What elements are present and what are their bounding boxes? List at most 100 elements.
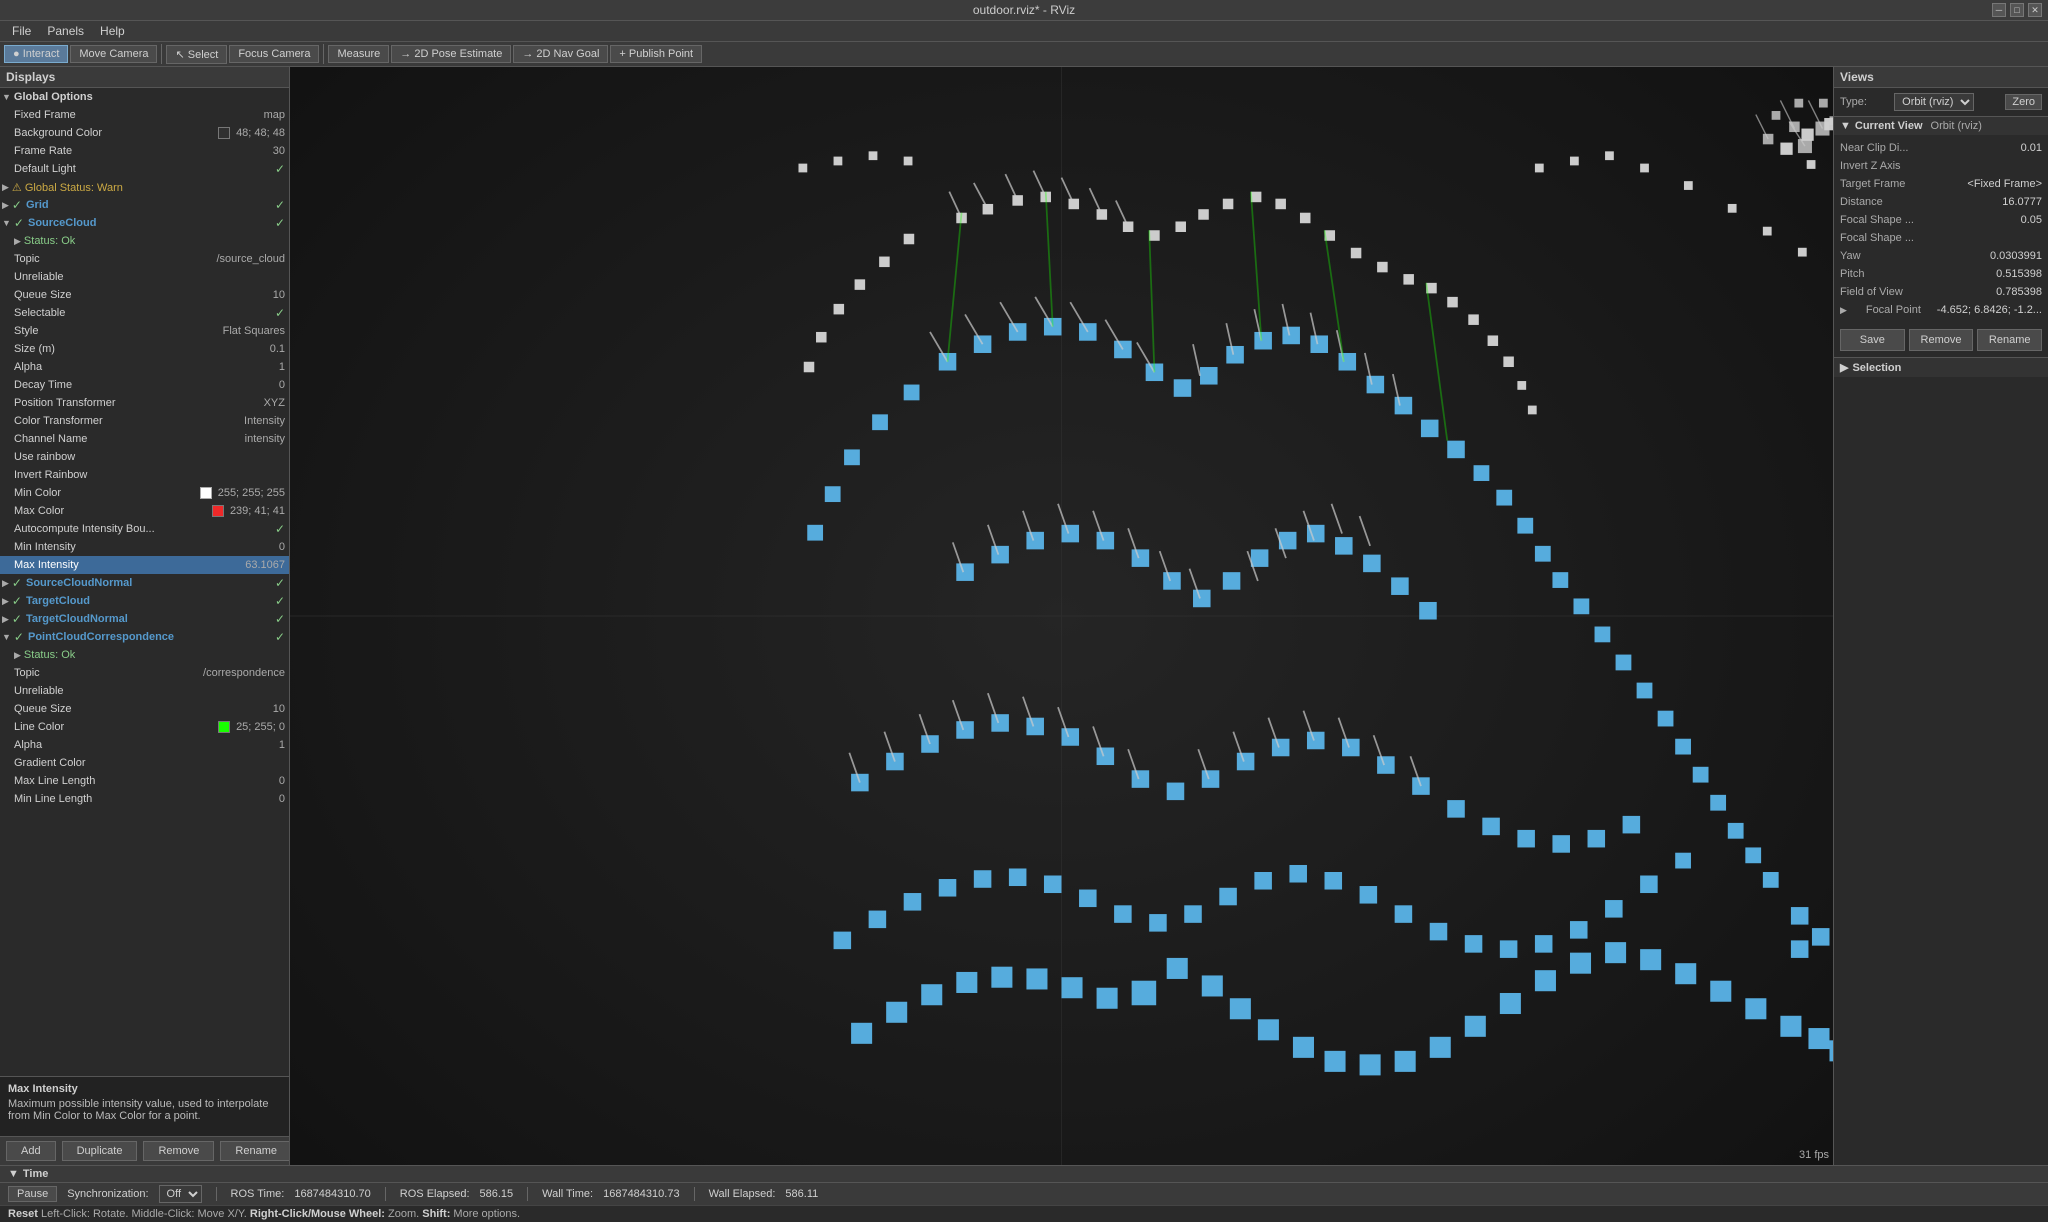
pcc-max-line-row[interactable]: Max Line Length 0 (0, 772, 289, 790)
sc-qsize-row[interactable]: Queue Size 10 (0, 286, 289, 304)
tool-move-camera[interactable]: Move Camera (70, 45, 157, 63)
sc-min-color-row[interactable]: Min Color 255; 255; 255 (0, 484, 289, 502)
current-view-arrow: ▼ (1840, 120, 1851, 132)
pause-button[interactable]: Pause (8, 1186, 57, 1202)
sc-selectable-row[interactable]: Selectable ✓ (0, 304, 289, 322)
pcc-alpha-row[interactable]: Alpha 1 (0, 736, 289, 754)
tool-focus-camera[interactable]: Focus Camera (229, 45, 319, 63)
selection-header[interactable]: ▶ Selection (1834, 357, 2048, 377)
sc-pos-transformer-row[interactable]: Position Transformer XYZ (0, 394, 289, 412)
sc-status-arrow: ▶ (14, 236, 21, 247)
ros-elapsed-value: 586.15 (480, 1188, 514, 1200)
tool-interact[interactable]: ● Interact (4, 45, 68, 63)
tool-2d-nav-goal[interactable]: → 2D Nav Goal (513, 45, 608, 63)
ros-time-label: ROS Time: (231, 1188, 285, 1200)
sc-autocompute-value: ✓ (275, 522, 285, 536)
global-options-row[interactable]: ▼ Global Options (0, 88, 289, 106)
pcc-qsize-row[interactable]: Queue Size 10 (0, 700, 289, 718)
pcc-gradient-row[interactable]: Gradient Color (0, 754, 289, 772)
pcc-unreliable-row[interactable]: Unreliable (0, 682, 289, 700)
focal-point-value: -4.652; 6.8426; -1.2... (1937, 304, 2042, 316)
source-cloud-enabled: ✓ (275, 216, 285, 230)
hint-text: Reset Left-Click: Rotate. Middle-Click: … (8, 1208, 520, 1220)
remove-button[interactable]: Remove (143, 1141, 214, 1161)
sc-invert-rainbow-row[interactable]: Invert Rainbow (0, 466, 289, 484)
toolbar-sep-1 (161, 44, 162, 64)
rename-button[interactable]: Rename (220, 1141, 290, 1161)
close-button[interactable]: ✕ (2028, 3, 2042, 17)
pcc-label: PointCloudCorrespondence (28, 631, 275, 643)
source-cloud-label: SourceCloud (28, 217, 275, 229)
sc-min-color-label: Min Color (14, 487, 200, 499)
source-cloud-normal-row[interactable]: ▶ ✓ SourceCloudNormal ✓ (0, 574, 289, 592)
sc-autocompute-row[interactable]: Autocompute Intensity Bou... ✓ (0, 520, 289, 538)
pcc-row[interactable]: ▼ ✓ PointCloudCorrespondence ✓ (0, 628, 289, 646)
source-cloud-status-row[interactable]: ▶ Status: Ok (0, 232, 289, 250)
right-panel: Views Type: Orbit (rviz) Zero ▼ Current … (1833, 67, 2048, 1165)
source-cloud-row[interactable]: ▼ ✓ SourceCloud ✓ (0, 214, 289, 232)
target-cloud-normal-row[interactable]: ▶ ✓ TargetCloudNormal ✓ (0, 610, 289, 628)
remove-view-button[interactable]: Remove (1909, 329, 1974, 351)
selection-arrow: ▶ (1840, 361, 1848, 374)
default-light-row[interactable]: Default Light ✓ (0, 160, 289, 178)
sc-min-intensity-row[interactable]: Min Intensity 0 (0, 538, 289, 556)
tool-select[interactable]: ↖ Select (166, 45, 227, 64)
sc-selectable-value: ✓ (275, 306, 285, 320)
sc-use-rainbow-row[interactable]: Use rainbow (0, 448, 289, 466)
tool-publish-point[interactable]: + Publish Point (610, 45, 702, 63)
displays-content[interactable]: ▼ Global Options Fixed Frame map Backgro… (0, 88, 289, 1076)
sync-select[interactable]: Off (159, 1185, 202, 1203)
pcc-min-line-label: Min Line Length (14, 793, 279, 805)
selection-label: Selection (1852, 362, 1901, 374)
pcc-qsize-value: 10 (273, 703, 285, 715)
3d-view[interactable]: 31 fps (290, 67, 1833, 1165)
rename-view-button[interactable]: Rename (1977, 329, 2042, 351)
save-view-button[interactable]: Save (1840, 329, 1905, 351)
add-button[interactable]: Add (6, 1141, 56, 1161)
sc-invert-rainbow-label: Invert Rainbow (14, 469, 285, 481)
minimize-button[interactable]: ─ (1992, 3, 2006, 17)
grid-row[interactable]: ▶ ✓ Grid ✓ (0, 196, 289, 214)
sc-max-color-row[interactable]: Max Color 239; 41; 41 (0, 502, 289, 520)
time-sep-4 (694, 1187, 695, 1201)
window-controls[interactable]: ─ □ ✕ (1992, 3, 2042, 17)
time-sep-1 (216, 1187, 217, 1201)
left-panel: Displays ▼ Global Options Fixed Frame ma… (0, 67, 290, 1165)
sc-style-row[interactable]: Style Flat Squares (0, 322, 289, 340)
pcc-max-line-value: 0 (279, 775, 285, 787)
duplicate-button[interactable]: Duplicate (62, 1141, 138, 1161)
frame-rate-row[interactable]: Frame Rate 30 (0, 142, 289, 160)
views-title: Views (1840, 70, 1874, 84)
fixed-frame-row[interactable]: Fixed Frame map (0, 106, 289, 124)
menu-panels[interactable]: Panels (39, 22, 92, 40)
background-color-row[interactable]: Background Color 48; 48; 48 (0, 124, 289, 142)
views-content: Type: Orbit (rviz) Zero (1834, 88, 2048, 116)
sc-channel-name-row[interactable]: Channel Name intensity (0, 430, 289, 448)
sc-decay-row[interactable]: Decay Time 0 (0, 376, 289, 394)
sc-max-intensity-row[interactable]: Max Intensity 63.1067 (0, 556, 289, 574)
tool-measure[interactable]: Measure (328, 45, 389, 63)
pcc-line-color-row[interactable]: Line Color 25; 255; 0 (0, 718, 289, 736)
sc-size-row[interactable]: Size (m) 0.1 (0, 340, 289, 358)
sc-style-label: Style (14, 325, 223, 337)
sc-color-transformer-row[interactable]: Color Transformer Intensity (0, 412, 289, 430)
focal-shape-label: Focal Shape ... (1840, 214, 1914, 226)
type-select[interactable]: Orbit (rviz) (1894, 93, 1974, 111)
current-view-header[interactable]: ▼ Current View Orbit (rviz) (1834, 116, 2048, 135)
tool-2d-pose-estimate[interactable]: → 2D Pose Estimate (391, 45, 511, 63)
pcc-status-row[interactable]: ▶ Status: Ok (0, 646, 289, 664)
zero-button[interactable]: Zero (2005, 94, 2042, 110)
global-status-row[interactable]: ▶ ⚠ Global Status: Warn (0, 178, 289, 196)
sc-alpha-row[interactable]: Alpha 1 (0, 358, 289, 376)
sc-unreliable-row[interactable]: Unreliable (0, 268, 289, 286)
pcc-topic-row[interactable]: Topic /correspondence (0, 664, 289, 682)
menu-help[interactable]: Help (92, 22, 133, 40)
displays-title: Displays (6, 70, 55, 84)
tcn-label: TargetCloudNormal (26, 613, 275, 625)
sc-topic-row[interactable]: Topic /source_cloud (0, 250, 289, 268)
maximize-button[interactable]: □ (2010, 3, 2024, 17)
background-color-swatch (218, 127, 230, 139)
menu-file[interactable]: File (4, 22, 39, 40)
target-cloud-row[interactable]: ▶ ✓ TargetCloud ✓ (0, 592, 289, 610)
pcc-min-line-row[interactable]: Min Line Length 0 (0, 790, 289, 808)
